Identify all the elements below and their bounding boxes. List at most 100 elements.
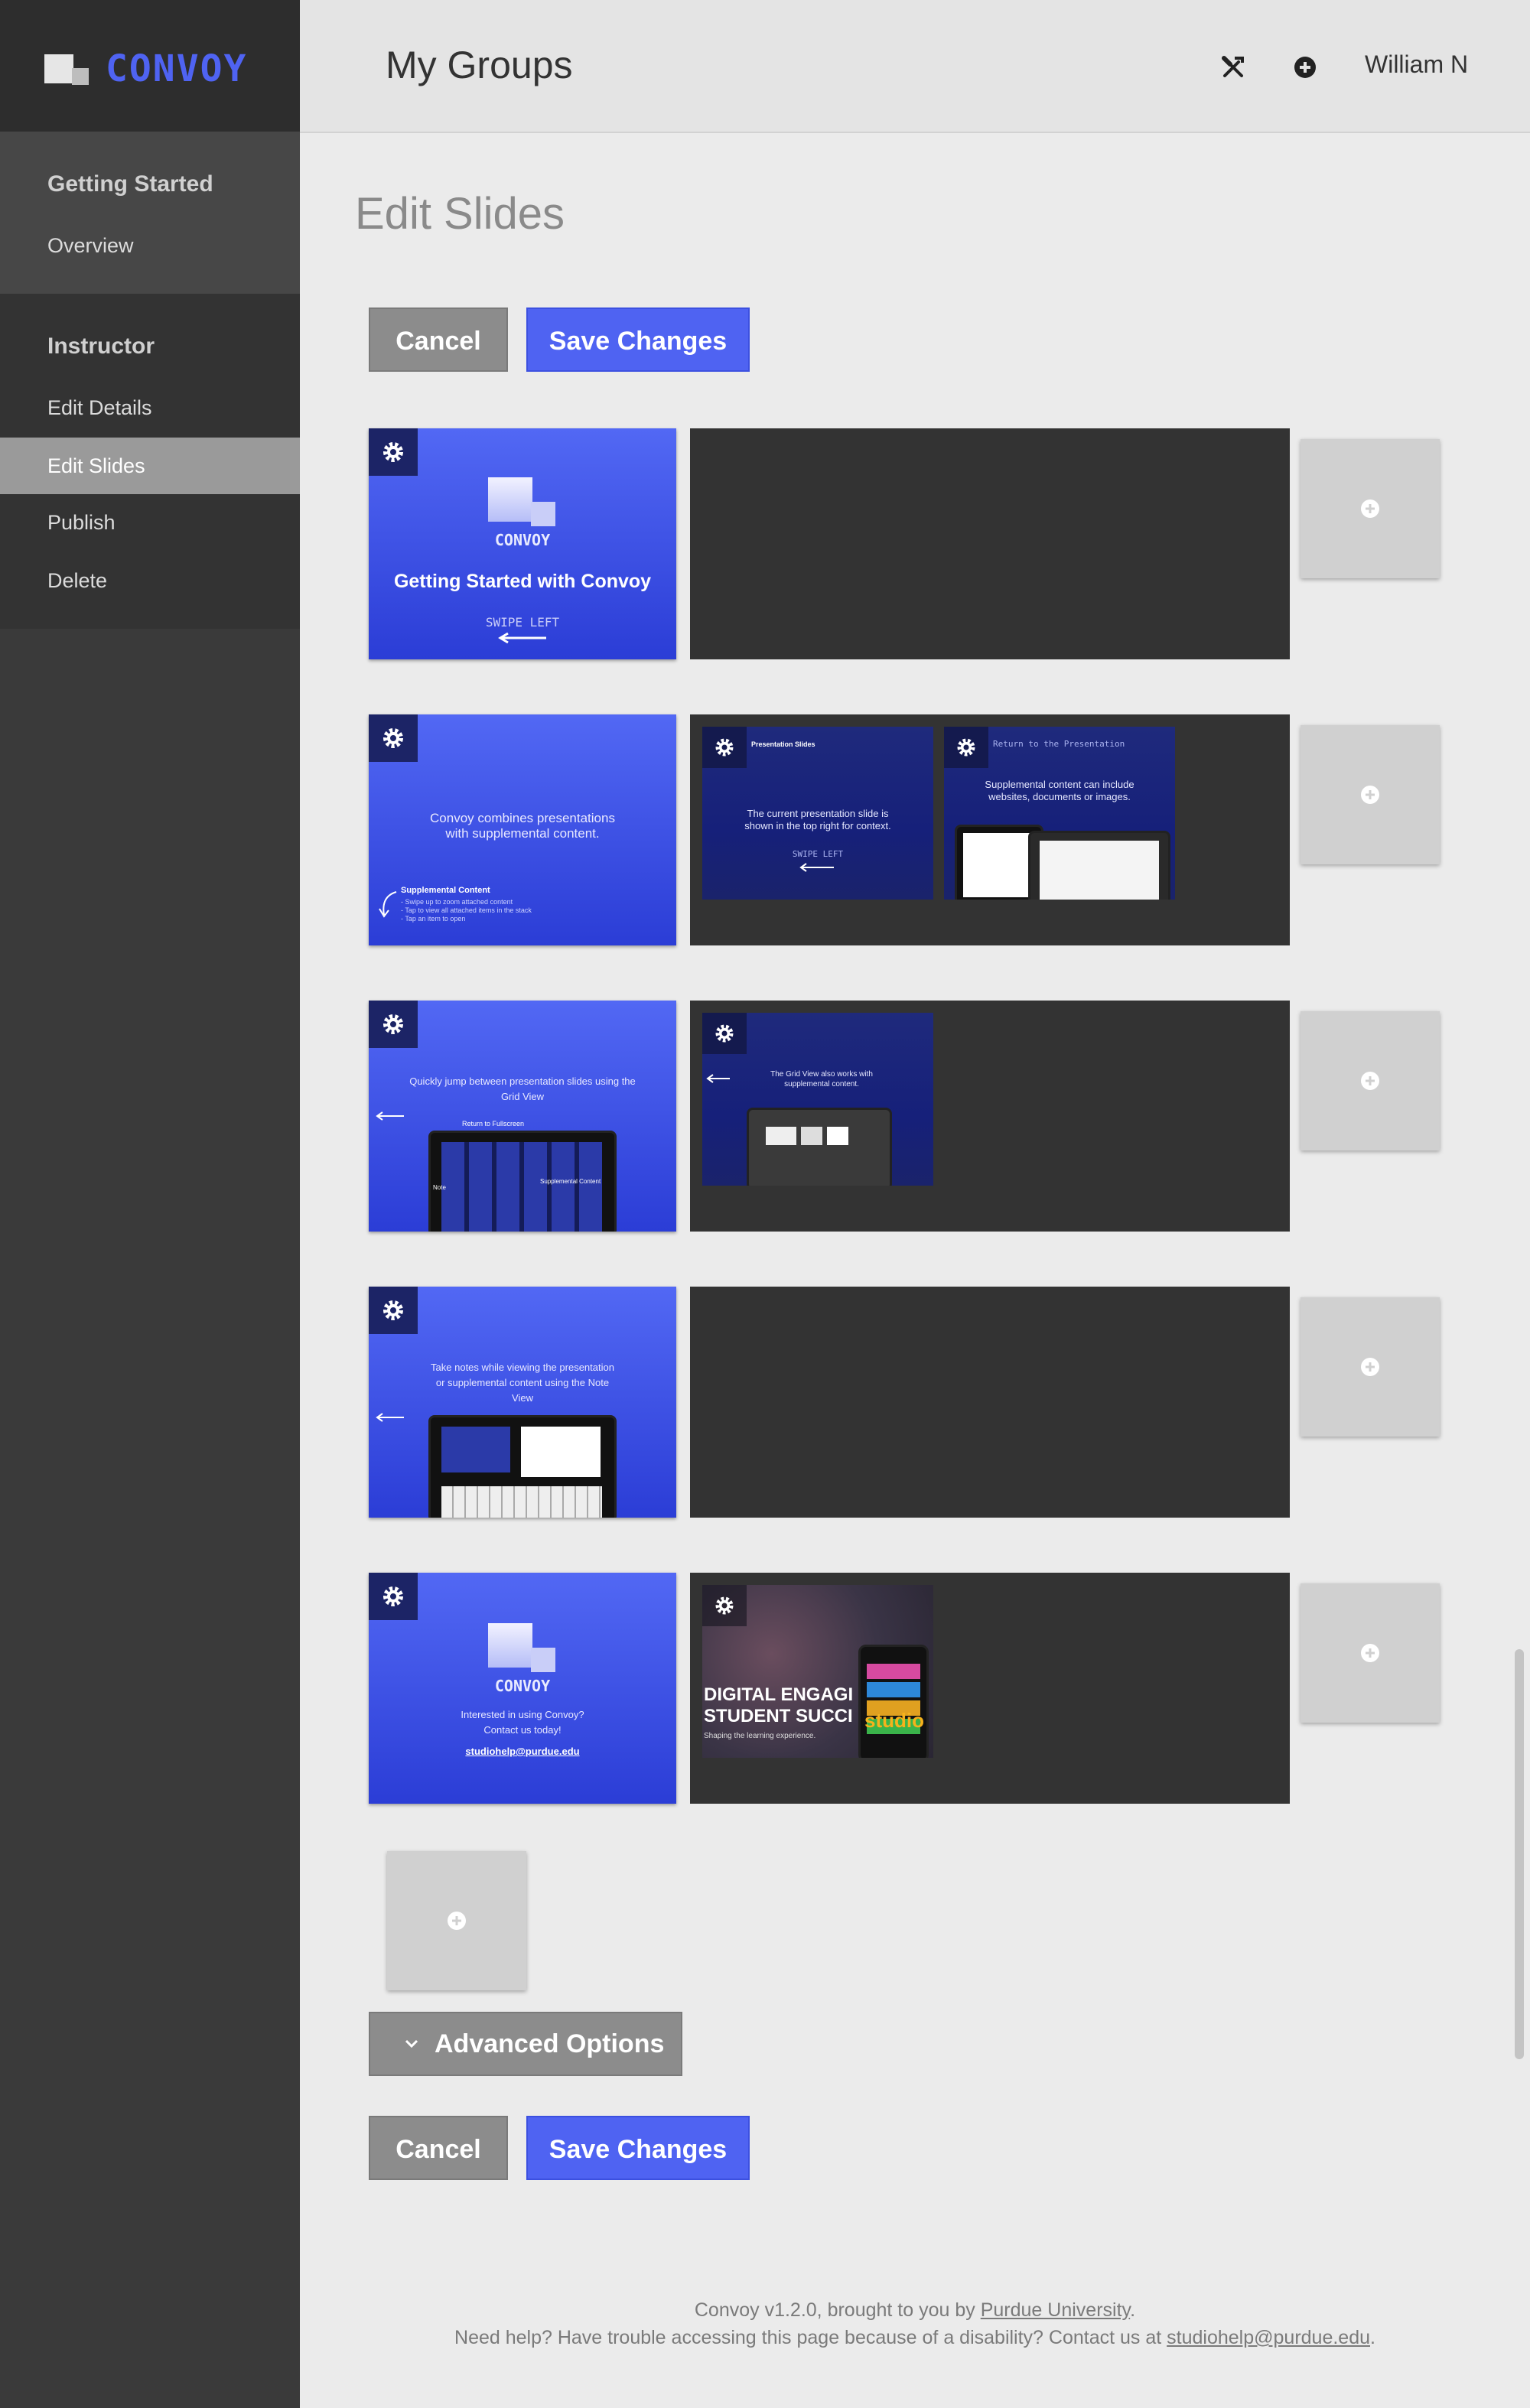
arrow-left-icon: [498, 632, 546, 644]
arrow-left-icon: [706, 1074, 730, 1083]
cancel-button-top[interactable]: Cancel: [369, 308, 508, 372]
save-changes-button-bottom[interactable]: Save Changes: [526, 2116, 750, 2180]
sidebar-item-edit-details[interactable]: Edit Details: [0, 379, 300, 436]
gear-icon: [715, 738, 734, 757]
slide-row: CONVOY Interested in using Convoy? Conta…: [369, 1573, 1440, 1804]
sidebar-item-overview[interactable]: Overview: [0, 217, 300, 274]
supplemental-settings-button[interactable]: [702, 1013, 747, 1054]
supplemental-title: Return to the Presentation: [993, 739, 1125, 749]
slide-thumbnail[interactable]: Convoy combines presentations with suppl…: [369, 714, 676, 945]
gear-icon: [715, 1596, 734, 1615]
supplemental-headline: DIGITAL ENGAGI: [704, 1684, 854, 1705]
add-circle-icon[interactable]: [1290, 52, 1320, 83]
arrow-left-icon: [376, 1111, 404, 1121]
slide-settings-button[interactable]: [369, 1573, 418, 1620]
gear-icon: [383, 1014, 403, 1034]
supplemental-thumbnail[interactable]: DIGITAL ENGAGI STUDENT SUCCI Shaping the…: [702, 1585, 933, 1758]
logo-mark-icon: [44, 51, 90, 86]
save-changes-button-top[interactable]: Save Changes: [526, 308, 750, 372]
sidebar-item-delete[interactable]: Delete: [0, 552, 300, 609]
gear-icon: [383, 442, 403, 462]
add-circle-icon: [1361, 1644, 1379, 1662]
slide-label: Return to Fullscreen: [462, 1120, 525, 1128]
supplemental-swipe: SWIPE LEFT: [792, 849, 844, 859]
nav-section-instructor: Instructor Edit Details Edit Slides Publ…: [0, 294, 300, 629]
slide-logo-icon: [488, 477, 557, 528]
slide-label: Supplemental Content: [540, 1178, 601, 1185]
chevron-down-icon: [405, 2039, 418, 2048]
tablet-image: [1028, 831, 1170, 900]
sidebar-item-edit-slides[interactable]: Edit Slides: [0, 438, 300, 494]
slide-thumbnail[interactable]: CONVOY Getting Started with Convoy SWIPE…: [369, 428, 676, 659]
supplemental-content-area[interactable]: The Grid View also works with supplement…: [690, 1001, 1290, 1232]
add-supplemental-button[interactable]: [1300, 1583, 1440, 1723]
supplemental-content-area[interactable]: [690, 428, 1290, 659]
slide-note-title: Supplemental Content: [401, 886, 490, 895]
slide-email: studiohelp@purdue.edu: [465, 1746, 580, 1757]
slide-settings-button[interactable]: [369, 1001, 418, 1048]
add-circle-icon: [448, 1912, 466, 1930]
supplemental-content-area[interactable]: Presentation Slides The current presenta…: [690, 714, 1290, 945]
slide-settings-button[interactable]: [369, 1287, 418, 1334]
convoy-logo[interactable]: CONVOY: [44, 47, 247, 90]
supplemental-text: Supplemental content can include website…: [985, 779, 1134, 802]
footer-help: Need help? Have trouble accessing this p…: [454, 2327, 1375, 2348]
arrow-left-icon: [376, 1413, 404, 1422]
help-email-link[interactable]: studiohelp@purdue.edu: [1167, 2327, 1370, 2348]
supplemental-title: Presentation Slides: [751, 740, 815, 748]
gear-icon: [715, 1024, 734, 1043]
logo-bar: CONVOY: [0, 0, 300, 132]
user-menu[interactable]: William N: [1365, 50, 1468, 79]
slide-caption: Quickly jump between presentation slides…: [409, 1075, 636, 1102]
supplemental-content-area[interactable]: [690, 1287, 1290, 1518]
slide-row: Take notes while viewing the presentatio…: [369, 1287, 1440, 1518]
sidebar-item-publish[interactable]: Publish: [0, 494, 300, 551]
supplemental-text: The current presentation slide is shown …: [744, 808, 891, 831]
gear-icon: [957, 738, 975, 757]
scrollbar[interactable]: [1515, 1649, 1524, 2059]
page-header: My Groups: [386, 44, 573, 86]
supplemental-thumbnail[interactable]: Return to the Presentation Supplemental …: [944, 727, 1175, 900]
slide-settings-button[interactable]: [369, 428, 418, 476]
add-supplemental-button[interactable]: [1300, 439, 1440, 578]
supplemental-settings-button[interactable]: [702, 727, 747, 768]
slide-thumbnail[interactable]: CONVOY Interested in using Convoy? Conta…: [369, 1573, 676, 1804]
slide-caption: Convoy combines presentations with suppl…: [430, 811, 615, 841]
add-supplemental-button[interactable]: [1300, 725, 1440, 864]
supplemental-settings-button[interactable]: [944, 727, 988, 768]
tools-icon[interactable]: [1218, 52, 1248, 83]
studio-badge: studio: [864, 1709, 924, 1732]
slide-settings-button[interactable]: [369, 714, 418, 762]
slide-note-lines: - Swipe up to zoom attached content - Ta…: [401, 898, 532, 923]
purdue-link[interactable]: Purdue University: [981, 2299, 1130, 2321]
gear-icon: [383, 1300, 403, 1320]
slide-thumbnail[interactable]: Take notes while viewing the presentatio…: [369, 1287, 676, 1518]
slide-label: Note: [433, 1184, 446, 1191]
slide-caption: Getting Started with Convoy: [393, 571, 652, 592]
slide-thumbnail[interactable]: Quickly jump between presentation slides…: [369, 1001, 676, 1232]
advanced-options-label: Advanced Options: [435, 2029, 665, 2058]
supplemental-thumbnail[interactable]: The Grid View also works with supplement…: [702, 1013, 933, 1186]
slide-caption: Take notes while viewing the presentatio…: [431, 1362, 614, 1404]
supplemental-settings-button[interactable]: [702, 1585, 747, 1626]
curved-arrow-icon: [379, 891, 397, 918]
logo-text: CONVOY: [106, 47, 248, 90]
nav-heading-instructor: Instructor: [47, 334, 155, 359]
advanced-options-button[interactable]: Advanced Options: [369, 2012, 682, 2076]
add-supplemental-button[interactable]: [1300, 1297, 1440, 1437]
slide-row: CONVOY Getting Started with Convoy SWIPE…: [369, 428, 1440, 659]
supplemental-thumbnail[interactable]: Presentation Slides The current presenta…: [702, 727, 933, 900]
nav-heading-getting-started: Getting Started: [47, 171, 213, 197]
slide-swipe-text: SWIPE LEFT: [485, 615, 560, 630]
tablet-image: [747, 1108, 892, 1186]
footer-version: Convoy v1.2.0, brought to you by Purdue …: [694, 2299, 1136, 2321]
add-slide-button[interactable]: [387, 1851, 526, 1990]
gear-icon: [383, 1586, 403, 1606]
supplemental-content-area[interactable]: DIGITAL ENGAGI STUDENT SUCCI Shaping the…: [690, 1573, 1290, 1804]
supplemental-tagline: Shaping the learning experience.: [704, 1732, 816, 1740]
add-circle-icon: [1361, 786, 1379, 804]
cancel-button-bottom[interactable]: Cancel: [369, 2116, 508, 2180]
slide-row: Convoy combines presentations with suppl…: [369, 714, 1440, 945]
add-circle-icon: [1361, 1358, 1379, 1376]
add-supplemental-button[interactable]: [1300, 1011, 1440, 1150]
